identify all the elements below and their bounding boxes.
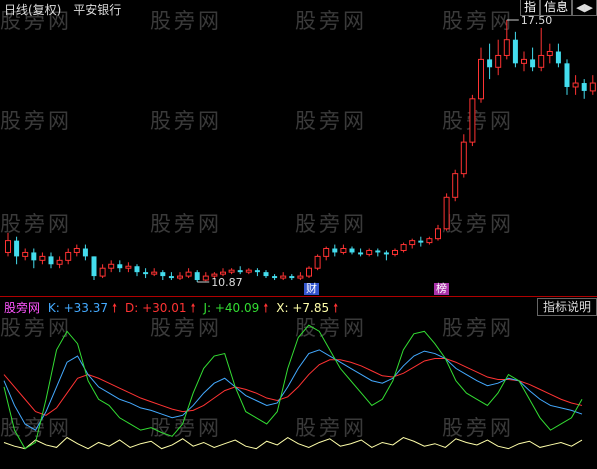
candle-body[interactable] [323,248,330,257]
indicator-help-button[interactable]: 指标说明 [536,298,597,316]
candle-body[interactable] [383,252,389,255]
candle-body[interactable] [538,54,545,68]
candle-body[interactable] [91,256,97,277]
candle-body[interactable] [340,248,347,253]
panel-separator[interactable] [0,296,597,297]
candle-body[interactable] [220,271,226,275]
candle-body[interactable] [460,141,467,175]
candle-body[interactable] [117,264,123,269]
up-arrow-icon: 🠕 [190,301,196,315]
x-line [3,436,583,450]
candle-body[interactable] [521,58,527,64]
candle-body[interactable] [572,82,579,88]
candle-body[interactable] [546,51,553,56]
candle-body[interactable] [245,269,252,273]
candle-body[interactable] [108,263,115,269]
candle-body[interactable] [358,252,364,255]
candle-body[interactable] [168,276,174,279]
d-value: D: +30.01 [124,301,187,315]
candle-body[interactable] [452,173,459,198]
candle-body[interactable] [263,272,269,277]
candle-body[interactable] [392,249,398,255]
candle-body[interactable] [134,266,140,273]
candle-body[interactable] [254,270,260,273]
candle-body[interactable] [125,265,132,269]
arrows-icon[interactable]: ◀▶ [572,0,597,16]
candle-body[interactable] [237,270,243,273]
k-line [3,349,583,431]
indicator-chart[interactable] [0,315,597,469]
candle-body[interactable] [22,251,29,257]
candle-body[interactable] [82,248,88,257]
indicator-name[interactable]: 股旁网 [4,301,40,315]
candle-body[interactable] [65,251,72,261]
candle-body[interactable] [185,271,192,277]
d-line [3,358,583,416]
candle-body[interactable] [512,39,518,64]
candle-body[interactable] [73,248,80,253]
up-arrow-icon: 🠕 [263,301,269,315]
candle-body[interactable] [503,39,510,56]
financial-report-badge[interactable]: 财 [304,283,319,295]
low-price-label: 10.87 [211,276,243,289]
info-button[interactable]: 信息 [540,0,573,16]
candle-body[interactable] [143,272,149,275]
candle-body[interactable] [495,54,502,68]
candle-body[interactable] [151,271,158,275]
candle-body[interactable] [280,275,287,279]
stock-name: 平安银行 [73,3,122,17]
candle-body[interactable] [478,58,484,100]
candle-body[interactable] [589,82,596,92]
j-line [3,324,583,450]
candle-body[interactable] [400,244,407,251]
top-toolbar: 指 信息 ◀▶ [520,0,597,16]
j-value: J: +40.09 [203,301,260,315]
indicator-toggle-button[interactable]: 指 [520,0,541,16]
chart-title: 日线(复权) 平安银行 [4,1,121,18]
candle-body[interactable] [177,275,183,279]
candle-body[interactable] [56,259,63,265]
x-value: X: +7.85 [276,301,330,315]
candle-body[interactable] [418,240,424,243]
candle-body[interactable] [435,228,441,240]
candle-body[interactable] [160,272,166,277]
k-value: K: +33.37 [47,301,108,315]
candle-body[interactable] [366,249,373,255]
period-label[interactable]: 日线(复权) [4,3,61,17]
candle-body[interactable] [555,51,561,64]
candle-body[interactable] [426,238,433,244]
candle-body[interactable] [469,98,476,143]
candle-body[interactable] [99,267,106,277]
candle-body[interactable] [487,59,493,68]
candle-body[interactable] [349,248,355,253]
candle-body[interactable] [564,63,570,87]
candle-body[interactable] [202,275,209,281]
candle-body[interactable] [375,250,381,253]
candle-body[interactable] [443,196,450,230]
candle-body[interactable] [228,269,235,273]
candle-body[interactable] [48,256,54,265]
candle-body[interactable] [530,59,536,68]
candle-body[interactable] [14,240,20,257]
candle-body[interactable] [306,267,312,277]
candle-body[interactable] [297,275,304,279]
candle-body[interactable] [39,255,46,261]
candle-body[interactable] [332,248,338,253]
up-arrow-icon: 🠕 [333,301,339,315]
candle-body[interactable] [31,252,37,261]
candle-body[interactable] [409,240,416,246]
up-arrow-icon: 🠕 [111,301,118,315]
candle-body[interactable] [194,272,200,281]
ranking-badge[interactable]: 榜 [434,283,449,295]
candle-body[interactable] [5,240,11,253]
candle-body[interactable] [581,83,587,91]
candle-body[interactable] [314,255,321,269]
candlestick-chart[interactable]: 17.5010.87 [0,0,597,296]
candle-body[interactable] [289,276,295,279]
candle-body[interactable] [272,276,278,279]
